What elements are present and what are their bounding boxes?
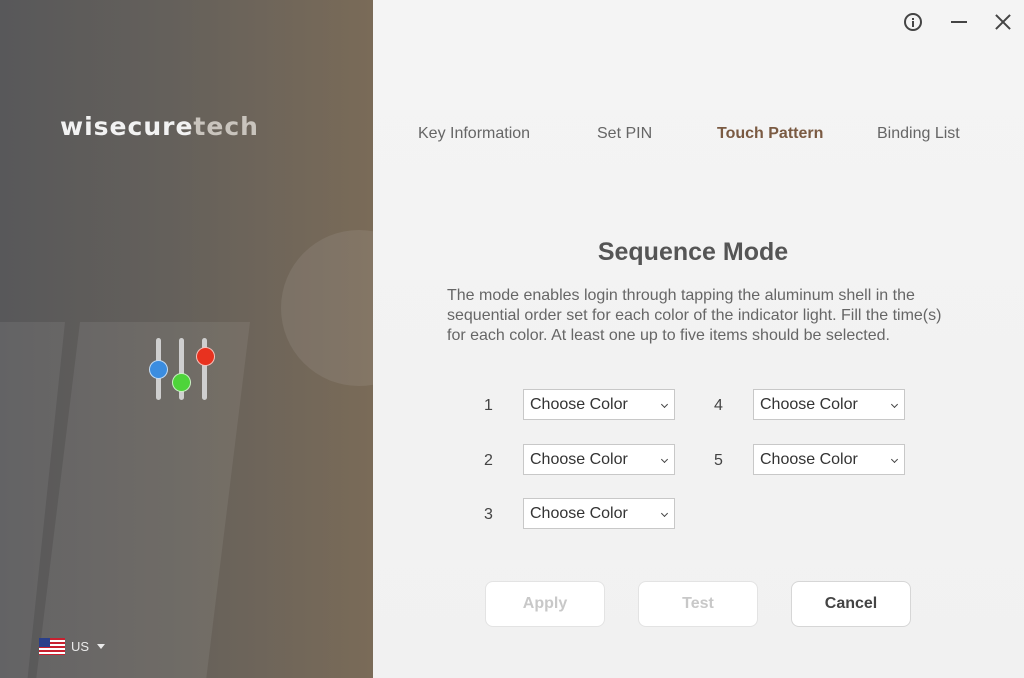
red-knob-icon (196, 347, 215, 366)
chevron-down-icon (890, 400, 899, 409)
content-panel: Key Information Set PIN Touch Pattern Bi… (373, 0, 1024, 678)
decorative-stripe (33, 322, 251, 678)
tab-touch-pattern[interactable]: Touch Pattern (717, 125, 823, 143)
slot-number: 3 (484, 506, 493, 523)
chevron-down-icon (660, 455, 669, 464)
tab-binding-list[interactable]: Binding List (877, 125, 960, 143)
select-value: Choose Color (530, 450, 628, 468)
tab-set-pin[interactable]: Set PIN (597, 125, 652, 143)
tab-key-information[interactable]: Key Information (418, 125, 530, 143)
language-selector[interactable]: US (39, 636, 106, 656)
minimize-icon (951, 21, 967, 23)
chevron-down-icon (660, 400, 669, 409)
chevron-down-icon (890, 455, 899, 464)
language-label: US (71, 638, 90, 654)
close-icon (994, 13, 1012, 31)
slot-number: 1 (484, 397, 493, 414)
decorative-circle (281, 230, 373, 386)
blue-knob-icon (149, 360, 168, 379)
select-value: Choose Color (530, 504, 628, 522)
green-knob-icon (172, 373, 191, 392)
slot-number: 2 (484, 452, 493, 469)
color-select-1[interactable]: Choose Color (523, 389, 675, 420)
test-button[interactable]: Test (638, 581, 758, 627)
color-select-5[interactable]: Choose Color (753, 444, 905, 475)
info-button[interactable] (901, 10, 925, 34)
us-flag-icon (39, 637, 65, 655)
minimize-button[interactable] (948, 10, 970, 34)
app-window: wisecuretech US Key Information Set PIN (0, 0, 1024, 678)
color-select-2[interactable]: Choose Color (523, 444, 675, 475)
mixer-sliders-icon (147, 334, 217, 404)
select-value: Choose Color (530, 395, 628, 413)
color-select-4[interactable]: Choose Color (753, 389, 905, 420)
color-select-3[interactable]: Choose Color (523, 498, 675, 529)
select-value: Choose Color (760, 450, 858, 468)
brand-panel: wisecuretech US (0, 0, 373, 678)
caret-down-icon (97, 643, 106, 649)
brand-logo: wisecuretech (60, 112, 259, 141)
apply-button[interactable]: Apply (485, 581, 605, 627)
close-button[interactable] (992, 10, 1014, 34)
info-icon (904, 13, 922, 31)
chevron-down-icon (660, 509, 669, 518)
slot-number: 4 (714, 397, 723, 414)
cancel-button[interactable]: Cancel (791, 581, 911, 627)
select-value: Choose Color (760, 395, 858, 413)
page-title: Sequence Mode (597, 238, 789, 266)
mode-description: The mode enables login through tapping t… (447, 287, 942, 344)
slot-number: 5 (714, 452, 723, 469)
